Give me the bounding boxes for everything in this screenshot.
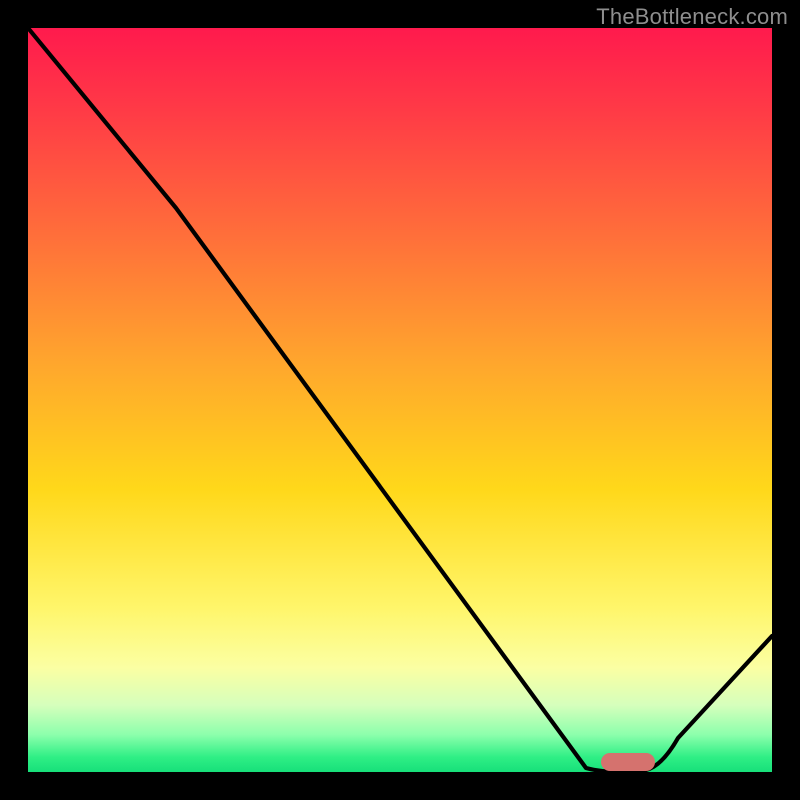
watermark-text: TheBottleneck.com <box>596 4 788 30</box>
bottleneck-curve <box>28 28 772 772</box>
optimal-marker <box>601 753 655 771</box>
chart-frame: TheBottleneck.com <box>0 0 800 800</box>
curve-path <box>28 28 772 772</box>
plot-area <box>28 28 772 772</box>
